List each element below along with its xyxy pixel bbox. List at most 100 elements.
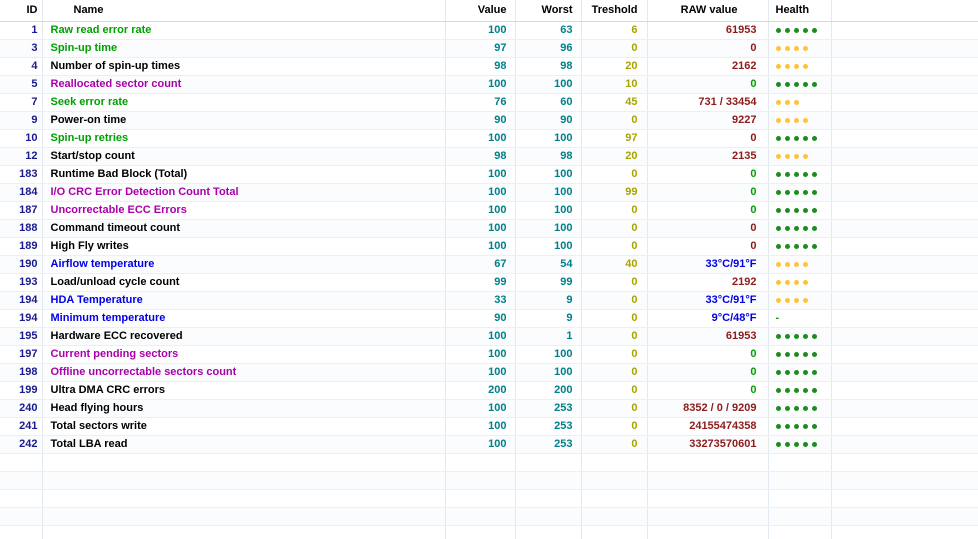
health-dot-icon — [793, 189, 799, 195]
attribute-worst-cell: 54 — [515, 255, 582, 274]
attribute-raw-value-cell: 0 — [647, 201, 769, 220]
health-dot-icon — [775, 189, 781, 195]
smart-attribute-row[interactable]: 4 Number of spin-up times 98 98 20 2162 — [0, 57, 978, 76]
smart-attribute-row[interactable]: 184 I/O CRC Error Detection Count Total 10… — [0, 183, 978, 202]
smart-attribute-row[interactable]: 12 Start/stop count 98 98 20 2135 — [0, 147, 978, 166]
attribute-value-cell: 100 — [445, 417, 516, 436]
smart-attribute-row[interactable]: 194 HDA Temperature 33 9 0 33°C/91°F — [0, 291, 978, 310]
smart-attribute-row[interactable]: 241 Total sectors write 100 253 0 24155474358 — [0, 417, 978, 436]
smart-attribute-row[interactable]: 240 Head flying hours 100 253 0 8352 / 0 / 92… — [0, 399, 978, 418]
smart-attribute-row[interactable]: 7 Seek error rate 76 60 45 731 / 33454 — [0, 93, 978, 112]
attribute-worst-cell: 100 — [515, 345, 582, 364]
health-dot-icon — [775, 369, 781, 375]
health-dot-icon — [775, 225, 781, 231]
smart-attribute-row[interactable]: 197 Current pending sectors 100 100 0 0 — [0, 345, 978, 364]
smart-attribute-row[interactable]: 187 Uncorrectable ECC Errors 100 100 0 0 — [0, 201, 978, 220]
smart-attribute-row[interactable]: 194 Minimum temperature 90 9 0 9°C/48°F - — [0, 309, 978, 328]
attribute-id-cell: 240 — [0, 399, 43, 418]
smart-table-body: 1 Raw read error rate 100 63 6 61953 3 Spin-up … — [0, 21, 978, 539]
attribute-worst-cell: 9 — [515, 291, 582, 310]
attribute-id-cell: 198 — [0, 363, 43, 382]
attribute-worst-cell: 100 — [515, 219, 582, 238]
attribute-health-cell — [768, 435, 832, 454]
empty-cell — [581, 453, 648, 472]
health-dot-icon — [775, 63, 781, 69]
health-dot-icon — [793, 333, 799, 339]
attribute-name-cell: Airflow temperature — [42, 255, 446, 274]
health-dot-icon — [802, 243, 808, 249]
empty-cell — [515, 453, 582, 472]
empty-cell — [831, 525, 978, 539]
attribute-worst-cell: 253 — [515, 399, 582, 418]
smart-attribute-row[interactable]: 190 Airflow temperature 67 54 40 33°C/91°F — [0, 255, 978, 274]
attribute-health-cell — [768, 39, 832, 58]
empty-cell — [515, 489, 582, 508]
health-dot-icon — [784, 225, 790, 231]
attribute-raw-value-cell: 0 — [647, 363, 769, 382]
attribute-id-cell: 189 — [0, 237, 43, 256]
smart-attribute-row[interactable]: 3 Spin-up time 97 96 0 0 — [0, 39, 978, 58]
row-filler-cell — [831, 201, 978, 220]
attribute-raw-value-cell: 61953 — [647, 327, 769, 346]
smart-attribute-row[interactable]: 10 Spin-up retries 100 100 97 0 — [0, 129, 978, 148]
smart-attribute-row[interactable]: 188 Command timeout count 100 100 0 0 — [0, 219, 978, 238]
attribute-health-cell — [768, 201, 832, 220]
health-dot-icon — [775, 153, 781, 159]
smart-attribute-row[interactable]: 9 Power-on time 90 90 0 9227 — [0, 111, 978, 130]
attribute-raw-value-cell: 0 — [647, 237, 769, 256]
health-dot-icon — [784, 243, 790, 249]
attribute-id-cell: 10 — [0, 129, 43, 148]
attribute-treshold-cell: 20 — [581, 57, 648, 76]
column-header-name: Name — [42, 0, 446, 22]
attribute-raw-value-cell: 33°C/91°F — [647, 291, 769, 310]
empty-cell — [0, 507, 43, 526]
row-filler-cell — [831, 111, 978, 130]
table-header-row: ID Name Value Worst Treshold RAW value H… — [0, 0, 978, 22]
attribute-treshold-cell: 0 — [581, 237, 648, 256]
smart-attribute-row[interactable]: 5 Reallocated sector count 100 100 10 0 — [0, 75, 978, 94]
smart-attribute-row[interactable]: 189 High Fly writes 100 100 0 0 — [0, 237, 978, 256]
health-dot-icon — [811, 207, 817, 213]
attribute-value-cell: 76 — [445, 93, 516, 112]
row-filler-cell — [831, 327, 978, 346]
attribute-id-cell: 12 — [0, 147, 43, 166]
smart-attribute-row[interactable]: 193 Load/unload cycle count 99 99 0 2192 — [0, 273, 978, 292]
health-dot-icon — [793, 45, 799, 51]
health-dot-icon — [793, 117, 799, 123]
empty-cell — [0, 525, 43, 539]
smart-attribute-row[interactable]: 199 Ultra DMA CRC errors 200 200 0 0 — [0, 381, 978, 400]
attribute-health-cell — [768, 327, 832, 346]
attribute-treshold-cell: 0 — [581, 273, 648, 292]
attribute-name-cell: Hardware ECC recovered — [42, 327, 446, 346]
empty-row — [0, 489, 978, 508]
health-dot-icon — [784, 279, 790, 285]
attribute-id-cell: 241 — [0, 417, 43, 436]
attribute-health-cell — [768, 111, 832, 130]
attribute-health-none-cell: - — [768, 309, 832, 328]
smart-attribute-row[interactable]: 195 Hardware ECC recovered 100 1 0 61953 — [0, 327, 978, 346]
row-filler-cell — [831, 435, 978, 454]
smart-attribute-row[interactable]: 1 Raw read error rate 100 63 6 61953 — [0, 21, 978, 40]
smart-attribute-row[interactable]: 198 Offline uncorrectable sectors count 10… — [0, 363, 978, 382]
empty-cell — [515, 471, 582, 490]
health-dot-icon — [775, 423, 781, 429]
attribute-raw-value-cell: 2192 — [647, 273, 769, 292]
attribute-worst-cell: 90 — [515, 111, 582, 130]
attribute-raw-value-cell: 8352 / 0 / 9209 — [647, 399, 769, 418]
attribute-value-cell: 100 — [445, 327, 516, 346]
row-filler-cell — [831, 309, 978, 328]
smart-attribute-row[interactable]: 242 Total LBA read 100 253 0 33273570601 — [0, 435, 978, 454]
attribute-name-cell: Uncorrectable ECC Errors — [42, 201, 446, 220]
attribute-treshold-cell: 40 — [581, 255, 648, 274]
smart-attribute-row[interactable]: 183 Runtime Bad Block (Total) 100 100 0 0 — [0, 165, 978, 184]
attribute-value-cell: 100 — [445, 435, 516, 454]
attribute-raw-value-cell: 0 — [647, 219, 769, 238]
attribute-value-cell: 99 — [445, 273, 516, 292]
attribute-health-cell — [768, 291, 832, 310]
health-dot-icon — [802, 171, 808, 177]
attribute-treshold-cell: 0 — [581, 291, 648, 310]
health-dot-icon — [793, 225, 799, 231]
attribute-worst-cell: 60 — [515, 93, 582, 112]
attribute-health-cell — [768, 399, 832, 418]
attribute-raw-value-cell: 2162 — [647, 57, 769, 76]
